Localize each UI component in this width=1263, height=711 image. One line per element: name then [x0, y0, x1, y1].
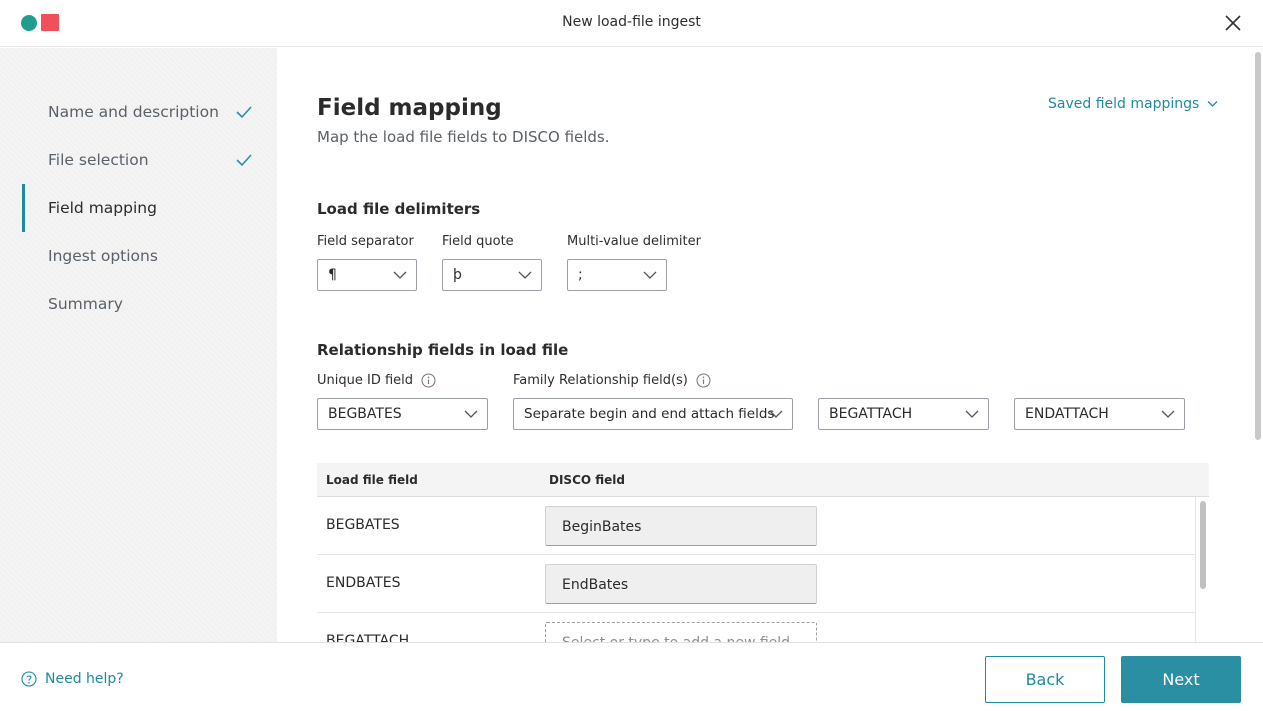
delimiters-section-title: Load file delimiters [317, 200, 481, 218]
mapping-table-header: Load file field DISCO field [317, 463, 1209, 497]
field-separator-select[interactable]: ¶ [317, 259, 417, 291]
family-relationship-label-text: Family Relationship field(s) [513, 373, 688, 388]
chevron-down-icon [965, 410, 979, 418]
selected-value: ENDATTACH [1025, 406, 1109, 422]
chevron-down-icon [518, 271, 532, 279]
need-help-link[interactable]: Need help? [21, 671, 124, 687]
page-title: Field mapping [317, 95, 502, 121]
need-help-label: Need help? [45, 671, 124, 687]
multi-value-delimiter-select[interactable]: ; [567, 259, 667, 291]
next-button[interactable]: Next [1121, 656, 1241, 703]
field-separator-label: Field separator [317, 234, 414, 249]
begin-attach-select[interactable]: BEGATTACH [818, 398, 989, 430]
main-panel: Field mapping Map the load file fields t… [277, 48, 1263, 642]
load-file-field-cell: BEGBATES [326, 517, 400, 533]
page-subtitle: Map the load file fields to DISCO fields… [317, 128, 610, 146]
unique-id-label-text: Unique ID field [317, 373, 414, 388]
selected-value: ; [578, 267, 583, 283]
step-label: Summary [48, 295, 123, 313]
footer-bar: Need help? Back Next [0, 642, 1263, 711]
step-label: Name and description [48, 103, 219, 121]
saved-field-mappings-dropdown[interactable]: Saved field mappings [1048, 96, 1218, 112]
column-header-load-file-field: Load file field [326, 473, 418, 487]
unique-id-select[interactable]: BEGBATES [317, 398, 488, 430]
table-scrollbar[interactable] [1195, 497, 1209, 642]
end-attach-select[interactable]: ENDATTACH [1014, 398, 1185, 430]
info-icon[interactable] [421, 373, 436, 388]
selected-value: BEGATTACH [829, 406, 913, 422]
relationship-section-title: Relationship fields in load file [317, 341, 569, 359]
selected-value: þ [453, 267, 462, 283]
chevron-down-icon [1207, 101, 1218, 107]
chevron-down-icon [643, 271, 657, 279]
field-quote-select[interactable]: þ [442, 259, 542, 291]
selected-value: ¶ [328, 267, 337, 283]
disco-field-input[interactable]: EndBates [545, 564, 817, 604]
selected-value: Separate begin and end attach fields [524, 406, 775, 422]
multi-value-delimiter-label: Multi-value delimiter [567, 234, 701, 249]
table-row: BEGBATES BeginBates [317, 497, 1195, 555]
table-row: ENDBATES EndBates [317, 555, 1195, 613]
load-file-field-cell: ENDBATES [326, 575, 401, 591]
selected-value: BEGBATES [328, 406, 402, 422]
column-header-disco-field: DISCO field [549, 473, 625, 487]
load-file-field-cell: BEGATTACH [326, 633, 410, 642]
chevron-down-icon [769, 410, 783, 418]
step-ingest-options[interactable]: Ingest options [22, 232, 277, 280]
family-relationship-label: Family Relationship field(s) [513, 373, 711, 388]
back-button[interactable]: Back [985, 656, 1105, 703]
table-scrollbar-thumb[interactable] [1200, 501, 1206, 589]
dialog-title: New load-file ingest [562, 14, 701, 30]
disco-field-input[interactable]: Select or type to add a new field [545, 622, 817, 642]
check-icon [236, 106, 252, 119]
step-label: Ingest options [48, 247, 158, 265]
step-name-and-description[interactable]: Name and description [22, 88, 277, 136]
help-icon [21, 671, 37, 687]
disco-field-input[interactable]: BeginBates [545, 506, 817, 546]
info-icon[interactable] [696, 373, 711, 388]
saved-field-mappings-label: Saved field mappings [1048, 96, 1200, 112]
step-summary[interactable]: Summary [22, 280, 277, 328]
page-scrollbar-thumb[interactable] [1255, 52, 1261, 440]
close-icon[interactable] [1222, 12, 1244, 34]
header-bar: New load-file ingest [0, 0, 1263, 47]
chevron-down-icon [1161, 410, 1175, 418]
check-icon [236, 154, 252, 167]
unique-id-label: Unique ID field [317, 373, 436, 388]
step-field-mapping[interactable]: Field mapping [22, 184, 277, 232]
table-row: BEGATTACH Select or type to add a new fi… [317, 613, 1195, 642]
chevron-down-icon [464, 410, 478, 418]
wizard-steps: Name and description File selection Fiel… [0, 48, 277, 642]
step-label: File selection [48, 151, 149, 169]
chevron-down-icon [393, 271, 407, 279]
step-label: Field mapping [48, 199, 157, 217]
field-quote-label: Field quote [442, 234, 514, 249]
page-scrollbar[interactable] [1253, 48, 1263, 642]
family-relationship-select[interactable]: Separate begin and end attach fields [513, 398, 793, 430]
step-file-selection[interactable]: File selection [22, 136, 277, 184]
